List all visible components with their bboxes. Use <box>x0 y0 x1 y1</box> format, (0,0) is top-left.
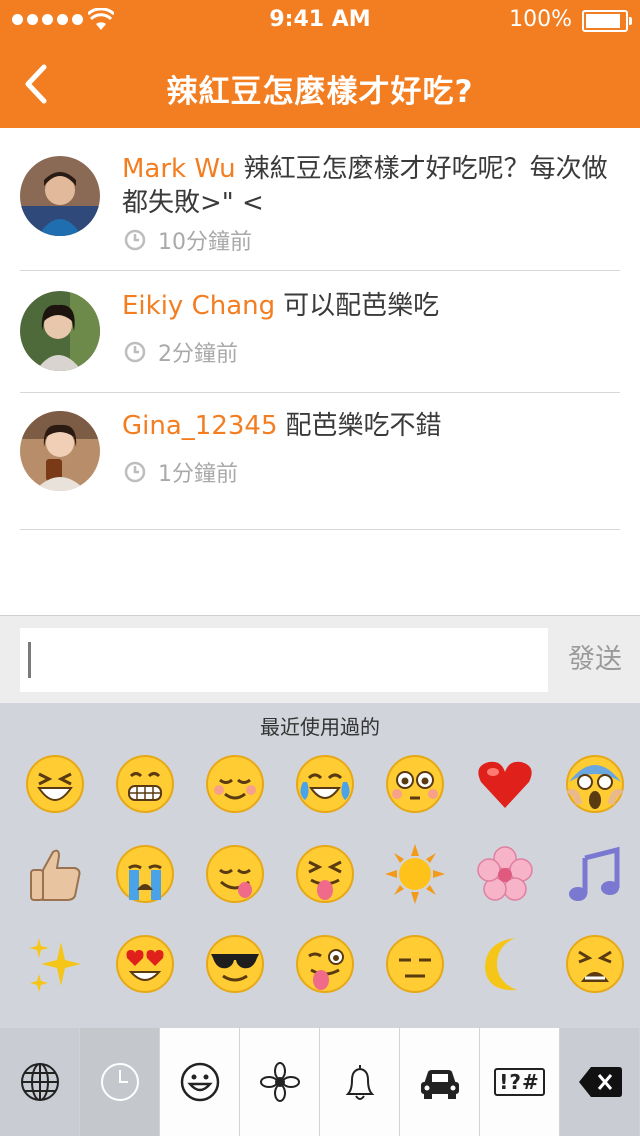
battery-fill <box>586 14 620 28</box>
clock-icon <box>124 229 146 251</box>
symbols-tab[interactable]: !?# <box>480 1028 560 1136</box>
joy-emoji[interactable] <box>280 753 370 815</box>
comment-input-bar: 發送 <box>0 615 640 704</box>
cherry-blossom-emoji[interactable] <box>460 843 550 905</box>
comment-time: 2分鐘前 <box>158 342 238 367</box>
battery-icon <box>582 10 632 32</box>
avatar[interactable] <box>20 411 100 491</box>
sunny-emoji[interactable] <box>370 843 460 905</box>
delete-key[interactable] <box>560 1028 640 1136</box>
objects-tab[interactable] <box>320 1028 400 1136</box>
musical-note-emoji[interactable] <box>550 843 640 905</box>
comment-item: Eikiy Chang 可以配芭樂吃 2分鐘前 <box>20 271 620 393</box>
globe-key[interactable] <box>0 1028 80 1136</box>
avatar[interactable] <box>20 156 100 236</box>
smileys-tab[interactable] <box>160 1028 240 1136</box>
send-button[interactable]: 發送 <box>556 628 634 692</box>
status-bar: 9:41 AM 100% <box>0 0 640 40</box>
comment-body: 配芭樂吃不錯 <box>285 411 442 441</box>
relaxed-emoji[interactable] <box>190 753 280 815</box>
top-bar: 9:41 AM 100% 辣紅豆怎麼樣才好吃? <box>0 0 640 128</box>
heart-emoji[interactable] <box>460 753 550 815</box>
sob-emoji[interactable] <box>100 843 190 905</box>
comment-text: Gina_12345 配芭樂吃不錯 <box>122 409 608 443</box>
globe-icon <box>20 1063 59 1101</box>
recent-tab[interactable] <box>80 1028 160 1136</box>
emoji-grid <box>10 753 640 995</box>
battery-percent: 100% <box>509 7 572 32</box>
commenter-name[interactable]: Eikiy Chang <box>122 291 275 321</box>
places-tab[interactable] <box>400 1028 480 1136</box>
comment-body: 可以配芭樂吃 <box>283 291 440 321</box>
comment-meta: 1分鐘前 <box>124 456 238 488</box>
stuck-out-tongue-closed-eyes-emoji[interactable] <box>280 843 370 905</box>
nature-tab[interactable] <box>240 1028 320 1136</box>
yum-emoji[interactable] <box>190 843 280 905</box>
text-caret <box>28 642 31 678</box>
comment-item: Gina_12345 配芭樂吃不錯 1分鐘前 <box>20 393 620 530</box>
commenter-name[interactable]: Gina_12345 <box>122 411 278 441</box>
comment-text: Mark Wu 辣紅豆怎麼樣才好吃呢？每次做都失敗>" < <box>122 152 608 220</box>
keyboard-tab-bar: !?# <box>0 1028 640 1136</box>
symbols-label: !?# <box>494 1068 545 1096</box>
recent-section-title: 最近使用過的 <box>260 715 380 739</box>
tired-face-emoji[interactable] <box>550 933 640 995</box>
comment-meta: 10分鐘前 <box>124 224 252 256</box>
delete-backspace-icon <box>578 1067 622 1097</box>
comment-meta: 2分鐘前 <box>124 336 238 368</box>
comment-item: Mark Wu 辣紅豆怎麼樣才好吃呢？每次做都失敗>" < 10分鐘前 <box>20 128 620 271</box>
comment-input[interactable] <box>20 628 548 692</box>
stuck-out-tongue-winking-eye-emoji[interactable] <box>280 933 370 995</box>
comment-time: 1分鐘前 <box>158 462 238 487</box>
commenter-name[interactable]: Mark Wu <box>122 154 236 184</box>
grimacing-emoji[interactable] <box>100 753 190 815</box>
flower-icon <box>259 1062 300 1102</box>
heart-eyes-emoji[interactable] <box>100 933 190 995</box>
smiley-icon <box>180 1062 219 1102</box>
emoji-keyboard: 最近使用過的 <box>0 703 640 1028</box>
thumbsup-emoji[interactable] <box>10 843 100 905</box>
comment-time: 10分鐘前 <box>158 230 252 255</box>
expressionless-emoji[interactable] <box>370 933 460 995</box>
comment-text: Eikiy Chang 可以配芭樂吃 <box>122 289 608 323</box>
bell-icon <box>345 1065 374 1100</box>
comment-list: Mark Wu 辣紅豆怎麼樣才好吃呢？每次做都失敗>" < 10分鐘前 Eikiy… <box>20 128 620 530</box>
page-title: 辣紅豆怎麼樣才好吃? <box>166 74 474 110</box>
flushed-emoji[interactable] <box>370 753 460 815</box>
sparkles-emoji[interactable] <box>10 933 100 995</box>
car-icon <box>420 1070 459 1099</box>
avatar[interactable] <box>20 291 100 371</box>
sunglasses-emoji[interactable] <box>190 933 280 995</box>
clock-icon <box>100 1063 139 1101</box>
scream-emoji[interactable] <box>550 753 640 815</box>
clock-icon <box>124 341 146 363</box>
laughing-emoji[interactable] <box>10 753 100 815</box>
crescent-moon-emoji[interactable] <box>460 933 550 995</box>
clock-icon <box>124 461 146 483</box>
